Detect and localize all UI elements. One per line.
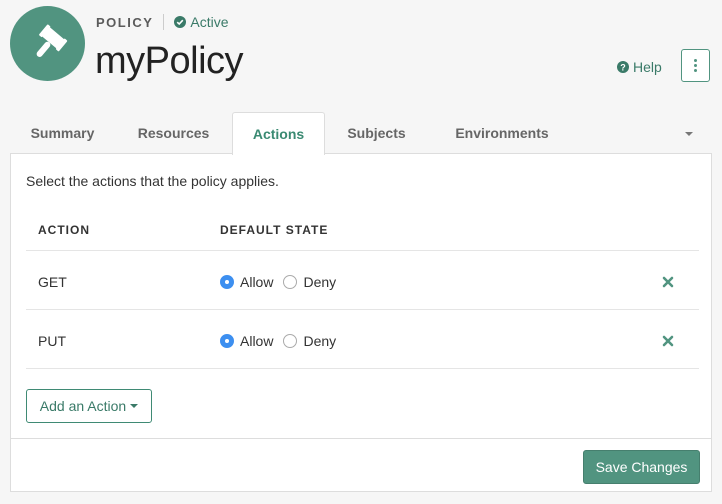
column-header-action: ACTION bbox=[38, 223, 90, 237]
status-text: Active bbox=[190, 14, 229, 30]
tab-subjects[interactable]: Subjects bbox=[325, 112, 428, 154]
tab-environments[interactable]: Environments bbox=[428, 112, 576, 154]
check-circle-icon bbox=[174, 16, 187, 28]
divider bbox=[163, 14, 165, 30]
save-changes-button[interactable]: Save Changes bbox=[583, 450, 700, 484]
remove-action-icon[interactable] bbox=[662, 276, 674, 288]
caret-down-icon bbox=[130, 404, 139, 408]
more-options-button[interactable] bbox=[681, 49, 710, 82]
add-action-label: Add an Action bbox=[39, 398, 127, 414]
allow-radio[interactable] bbox=[220, 334, 234, 348]
entity-type-label: POLICY bbox=[96, 14, 154, 30]
deny-label[interactable]: Deny bbox=[303, 274, 336, 290]
row-divider bbox=[26, 368, 699, 369]
tab-bar: Summary Resources Actions Subjects Envir… bbox=[10, 112, 712, 155]
action-name: PUT bbox=[38, 333, 66, 349]
add-action-button[interactable]: Add an Action bbox=[26, 389, 152, 423]
tab-resources[interactable]: Resources bbox=[115, 112, 232, 154]
default-state-radio-group: Allow Deny bbox=[220, 274, 346, 290]
gavel-icon bbox=[36, 24, 67, 57]
allow-radio[interactable] bbox=[220, 275, 234, 289]
header-divider bbox=[26, 250, 699, 251]
policy-avatar bbox=[10, 6, 85, 81]
tabs-overflow-caret-icon[interactable] bbox=[685, 132, 693, 136]
allow-label[interactable]: Allow bbox=[240, 333, 273, 349]
actions-panel: Select the actions that the policy appli… bbox=[10, 153, 712, 492]
deny-radio[interactable] bbox=[283, 275, 298, 289]
default-state-radio-group: Allow Deny bbox=[220, 333, 346, 349]
intro-text: Select the actions that the policy appli… bbox=[26, 173, 279, 189]
footer-divider bbox=[11, 438, 711, 439]
kebab-dot bbox=[694, 69, 697, 72]
tab-actions[interactable]: Actions bbox=[232, 112, 325, 155]
tab-summary[interactable]: Summary bbox=[10, 112, 115, 154]
deny-radio[interactable] bbox=[283, 334, 298, 348]
help-icon: ? bbox=[617, 61, 629, 73]
kebab-dot bbox=[694, 64, 697, 67]
row-divider bbox=[26, 309, 699, 310]
deny-label[interactable]: Deny bbox=[303, 333, 336, 349]
status-badge: Active bbox=[174, 14, 229, 30]
action-name: GET bbox=[38, 274, 67, 290]
policy-eyebrow: POLICY Active bbox=[96, 14, 229, 30]
svg-text:?: ? bbox=[620, 63, 626, 73]
allow-label[interactable]: Allow bbox=[240, 274, 273, 290]
column-header-default-state: DEFAULT STATE bbox=[220, 223, 329, 237]
page-header: POLICY Active myPolicy ? Help bbox=[0, 0, 722, 110]
help-link[interactable]: ? Help bbox=[617, 59, 662, 75]
kebab-dot bbox=[694, 59, 697, 62]
help-label: Help bbox=[633, 59, 662, 75]
remove-action-icon[interactable] bbox=[662, 335, 674, 347]
page-title: myPolicy bbox=[95, 40, 244, 82]
